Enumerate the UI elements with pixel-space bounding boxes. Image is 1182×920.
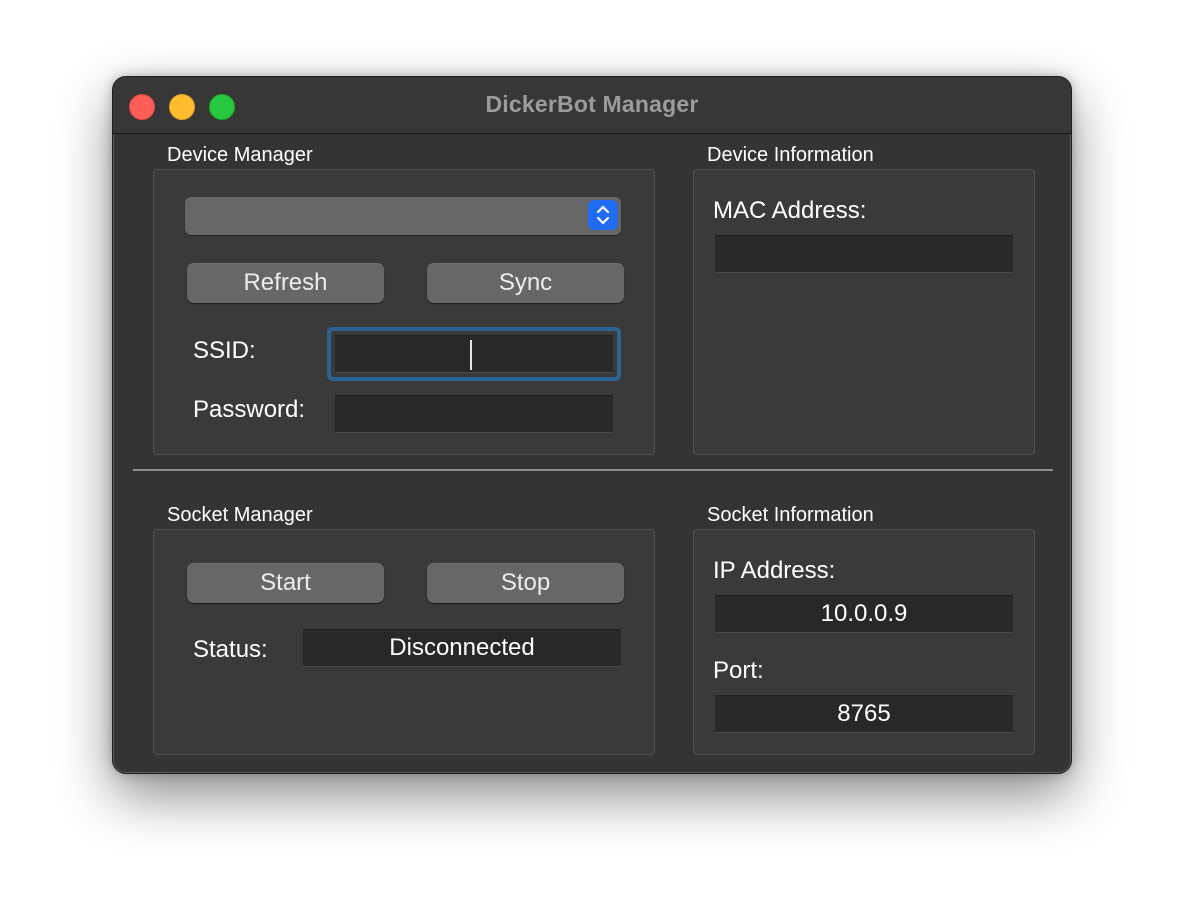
- port-field[interactable]: 8765: [715, 695, 1013, 733]
- start-button[interactable]: Start: [187, 563, 384, 603]
- ip-address-label: IP Address:: [713, 557, 836, 584]
- device-manager-title: Device Manager: [167, 144, 313, 166]
- port-label: Port:: [713, 657, 764, 684]
- device-select[interactable]: [185, 197, 621, 235]
- device-information-title: Device Information: [707, 144, 874, 166]
- title-bar[interactable]: DickerBot Manager: [113, 77, 1071, 134]
- ip-address-field[interactable]: 10.0.0.9: [715, 595, 1013, 633]
- password-field[interactable]: [335, 395, 613, 433]
- app-window: DickerBot Manager Device Manager Refresh…: [112, 76, 1072, 774]
- up-down-chevron-icon[interactable]: [588, 200, 618, 230]
- socket-manager-title: Socket Manager: [167, 504, 313, 526]
- mac-address-label: MAC Address:: [713, 197, 867, 224]
- refresh-button[interactable]: Refresh: [187, 263, 384, 303]
- socket-information-title: Socket Information: [707, 504, 874, 526]
- ssid-field[interactable]: [335, 335, 613, 373]
- mac-address-field[interactable]: [715, 235, 1013, 273]
- status-label: Status:: [193, 636, 268, 663]
- ssid-label: SSID:: [193, 337, 256, 364]
- section-separator: [133, 469, 1053, 471]
- window-title: DickerBot Manager: [485, 91, 699, 117]
- text-caret: [470, 340, 472, 370]
- status-field: Disconnected: [303, 629, 621, 667]
- password-label: Password:: [193, 396, 306, 423]
- stop-button[interactable]: Stop: [427, 563, 624, 603]
- sync-button[interactable]: Sync: [427, 263, 624, 303]
